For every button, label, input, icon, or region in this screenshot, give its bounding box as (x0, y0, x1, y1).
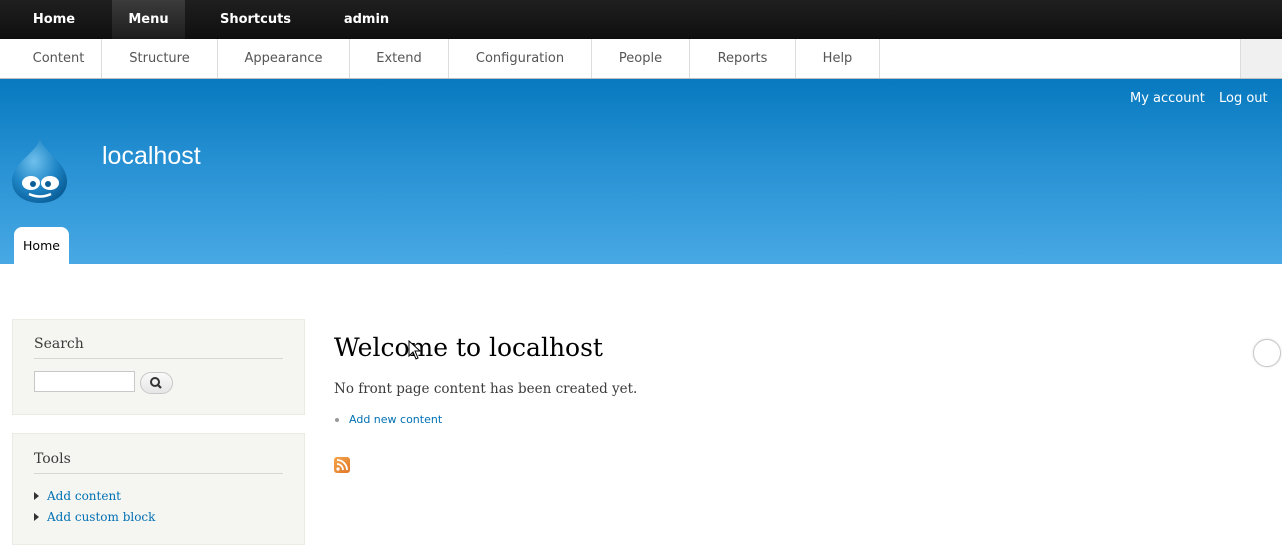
block-divider (34, 473, 283, 474)
search-button[interactable] (140, 372, 173, 394)
admin-toolbar: Home Menu Shortcuts admin (0, 0, 1282, 39)
tools-item-add-content[interactable]: Add content (34, 489, 121, 503)
toolbar-menu[interactable]: Menu (112, 0, 185, 39)
tray-appearance[interactable]: Appearance (218, 39, 350, 78)
block-divider (34, 358, 283, 359)
drupal-drop-icon[interactable] (9, 137, 71, 205)
mouse-cursor-icon (408, 340, 422, 360)
list-bullet (335, 418, 339, 422)
search-block-title: Search (34, 336, 84, 352)
toolbar-home[interactable]: Home (12, 0, 96, 39)
tray-toggle[interactable] (1240, 39, 1282, 78)
toolbar-shortcuts[interactable]: Shortcuts (205, 0, 306, 39)
tray-configuration[interactable]: Configuration (449, 39, 592, 78)
tray-content[interactable]: Content (16, 39, 102, 78)
tools-item-add-custom-block[interactable]: Add custom block (34, 510, 155, 524)
search-input[interactable] (34, 371, 135, 392)
tools-block-title: Tools (34, 451, 71, 467)
empty-message: No front page content has been created y… (334, 381, 638, 397)
tray-people[interactable]: People (592, 39, 690, 78)
site-header: My account Log out localhost Home (0, 79, 1282, 264)
log-out-link[interactable]: Log out (1219, 91, 1268, 106)
admin-menu-tray: Content Structure Appearance Extend Conf… (0, 39, 1282, 79)
tray-extend[interactable]: Extend (350, 39, 449, 78)
tools-item-label: Add content (47, 489, 121, 503)
add-new-content-link[interactable]: Add new content (349, 413, 442, 426)
bullet-arrow-icon (34, 491, 39, 500)
tray-help[interactable]: Help (796, 39, 880, 78)
side-toggle-button[interactable] (1253, 339, 1281, 367)
tools-item-label: Add custom block (47, 510, 156, 524)
tools-block: Tools Add content Add custom block (12, 433, 305, 545)
tray-structure[interactable]: Structure (102, 39, 218, 78)
tab-home[interactable]: Home (14, 227, 69, 264)
search-icon (150, 377, 162, 389)
my-account-link[interactable]: My account (1130, 91, 1205, 106)
toolbar-user[interactable]: admin (327, 0, 406, 39)
tray-reports[interactable]: Reports (690, 39, 796, 78)
page-title: Welcome to localhost (334, 333, 603, 362)
site-name[interactable]: localhost (102, 142, 201, 171)
bullet-arrow-icon (34, 512, 39, 521)
rss-icon[interactable] (334, 457, 350, 473)
search-block: Search (12, 319, 305, 415)
